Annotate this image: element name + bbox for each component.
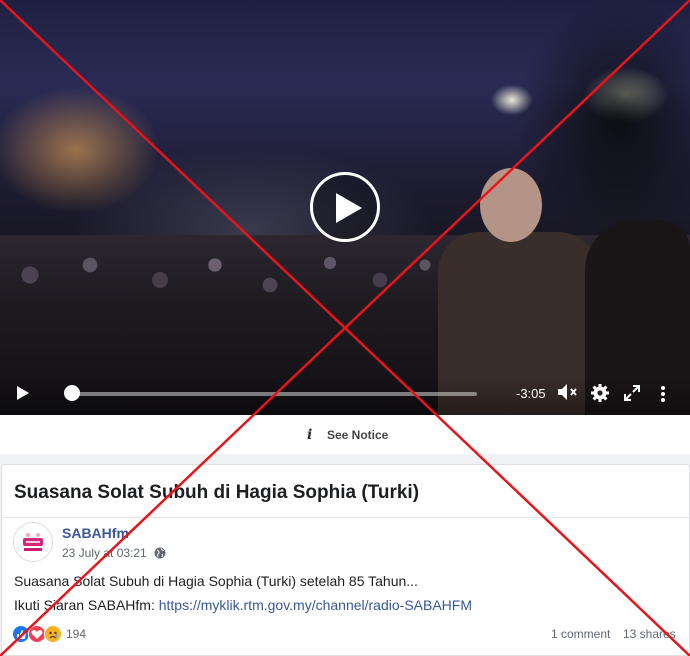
post-divider — [2, 517, 690, 518]
more-vertical-icon[interactable] — [660, 385, 666, 408]
comments-count[interactable]: 1 comment — [551, 627, 610, 641]
sabahfm-logo — [23, 533, 43, 551]
see-notice-bar: i See Notice — [0, 415, 690, 454]
post-link[interactable]: https://myklik.rtm.gov.my/channel/radio-… — [159, 597, 472, 613]
info-icon: i — [307, 427, 313, 443]
post-text-prefix: Ikuti Siaran SABAHfm: — [14, 597, 159, 613]
see-notice-button[interactable]: i See Notice — [307, 427, 388, 443]
post-text-line1: Suasana Solat Subuh di Hagia Sophia (Tur… — [14, 573, 418, 589]
post-author[interactable]: SABAHfm — [62, 525, 129, 541]
sad-icon — [44, 625, 62, 643]
post-meta: 23 July at 03:21 — [62, 546, 166, 562]
post-card: Suasana Solat Subuh di Hagia Sophia (Tur… — [1, 464, 690, 656]
volume-muted-icon[interactable] — [556, 382, 580, 407]
play-icon[interactable] — [16, 385, 30, 406]
post-text-line2: Ikuti Siaran SABAHfm: https://myklik.rtm… — [14, 597, 472, 613]
reaction-count: 194 — [66, 627, 87, 641]
video-man-head — [480, 168, 542, 242]
globe-icon — [154, 547, 166, 562]
post-headline: Suasana Solat Subuh di Hagia Sophia (Tur… — [14, 482, 420, 503]
avatar[interactable] — [13, 522, 53, 562]
video-progress-bar[interactable] — [70, 392, 477, 396]
see-notice-label: See Notice — [327, 428, 389, 442]
shares-count[interactable]: 13 shares — [623, 627, 676, 641]
video-scrub-handle[interactable] — [64, 385, 80, 401]
fullscreen-icon[interactable] — [624, 385, 640, 406]
video-time-remaining: -3:05 — [516, 386, 546, 401]
video-player[interactable]: -3:05 — [0, 0, 690, 415]
play-circle-icon[interactable] — [310, 172, 380, 242]
post-timestamp[interactable]: 23 July at 03:21 — [62, 546, 147, 560]
gear-icon[interactable] — [590, 383, 610, 408]
